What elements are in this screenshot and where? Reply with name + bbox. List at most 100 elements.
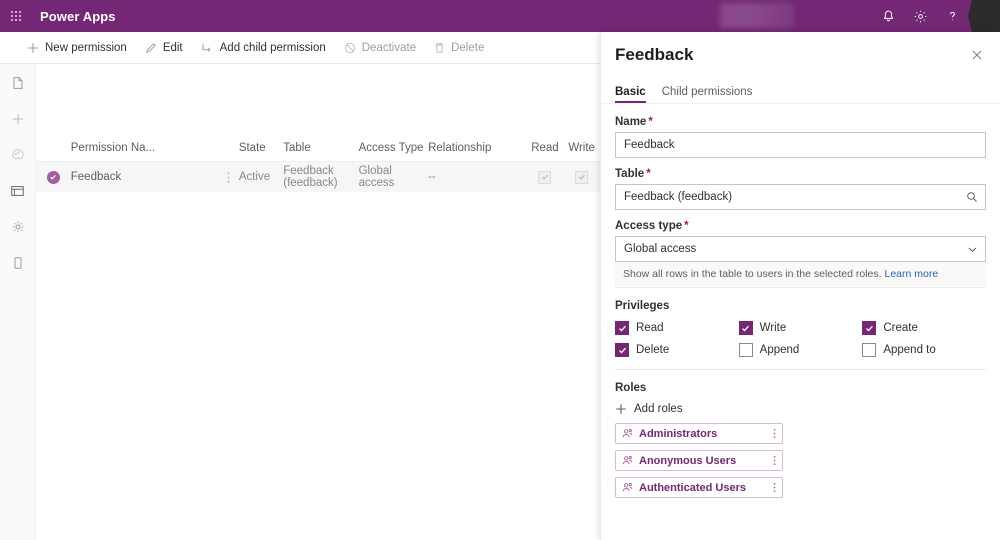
privilege-create[interactable]: Create: [862, 321, 986, 335]
plus-icon: [615, 403, 627, 415]
deactivate-button[interactable]: Deactivate: [335, 32, 425, 64]
privilege-read-label: Read: [636, 322, 664, 334]
privilege-append-to-label: Append to: [883, 344, 936, 356]
access-type-hint-text: Show all rows in the table to users in t…: [623, 268, 882, 280]
sidebar-item-settings[interactable]: [0, 214, 36, 244]
permissions-table: Permission Na... State Table Access Type…: [36, 64, 600, 540]
select-all-cell[interactable]: [36, 134, 71, 161]
table-header-row: Permission Na... State Table Access Type…: [36, 134, 600, 162]
panel-header: Feedback: [601, 32, 1000, 78]
column-header-table[interactable]: Table: [283, 134, 358, 161]
people-icon: [622, 428, 633, 439]
column-header-relationship[interactable]: Relationship: [428, 134, 527, 161]
role-chip-administrators[interactable]: Administrators: [615, 423, 783, 444]
tab-basic[interactable]: Basic: [615, 86, 646, 103]
row-relationship: --: [428, 171, 436, 183]
name-input[interactable]: Feedback: [615, 132, 986, 158]
checkmark-icon: [538, 170, 552, 184]
more-vertical-icon[interactable]: [773, 482, 776, 493]
sidebar-item-pages[interactable]: [0, 70, 36, 100]
panel-tabs: Basic Child permissions: [601, 78, 1000, 104]
checkbox-checked-icon[interactable]: [615, 343, 629, 357]
more-vertical-icon[interactable]: [773, 455, 776, 466]
block-circle-icon: [344, 42, 356, 54]
close-icon[interactable]: [966, 44, 988, 66]
pencil-icon: [145, 42, 157, 54]
add-child-permission-label: Add child permission: [219, 41, 326, 54]
add-roles-button[interactable]: Add roles: [615, 403, 986, 415]
name-field-group: Name * Feedback: [615, 116, 986, 158]
edit-button[interactable]: Edit: [136, 32, 192, 64]
more-vertical-icon[interactable]: [773, 428, 776, 439]
access-type-select[interactable]: Global access: [615, 236, 986, 262]
new-permission-label: New permission: [45, 41, 127, 54]
bell-icon[interactable]: [872, 0, 904, 32]
plus-icon: [27, 42, 39, 54]
table-label-row: Table *: [615, 168, 986, 180]
people-icon: [622, 482, 633, 493]
question-mark-icon[interactable]: [936, 0, 968, 32]
privilege-append[interactable]: Append: [738, 343, 863, 357]
add-roles-label: Add roles: [634, 403, 683, 415]
user-avatar[interactable]: [968, 0, 1000, 32]
checkbox-unchecked-icon[interactable]: [862, 343, 877, 357]
table-field-group: Table * Feedback (feedback): [615, 168, 986, 210]
app-root: Power Apps New permission Edit Add child…: [0, 0, 1000, 540]
privilege-write[interactable]: Write: [738, 321, 863, 335]
privilege-create-label: Create: [883, 322, 918, 334]
column-header-state[interactable]: State: [239, 134, 283, 161]
header-icon-group: [872, 0, 1000, 32]
add-child-permission-button[interactable]: Add child permission: [192, 32, 335, 64]
required-marker: *: [648, 116, 653, 128]
name-label: Name: [615, 116, 647, 128]
redacted-environment-name: [720, 3, 794, 28]
privilege-read[interactable]: Read: [615, 321, 739, 335]
checkmark-icon: [575, 170, 589, 184]
role-chip-anonymous-users[interactable]: Anonymous Users: [615, 450, 783, 471]
settings-gear-icon: [11, 220, 25, 239]
role-chip-authenticated-users[interactable]: Authenticated Users: [615, 477, 783, 498]
sidebar-item-mobile[interactable]: [0, 250, 36, 280]
sidebar-item-add[interactable]: [0, 106, 36, 136]
delete-button[interactable]: Delete: [425, 32, 493, 64]
sidebar-item-browser[interactable]: [0, 178, 36, 208]
access-type-value: Global access: [624, 243, 697, 255]
new-permission-button[interactable]: New permission: [18, 32, 136, 64]
sidebar-item-theme[interactable]: [0, 142, 36, 172]
checkbox-unchecked-icon[interactable]: [738, 343, 753, 357]
column-header-read[interactable]: Read: [527, 134, 564, 161]
row-overflow-menu[interactable]: [218, 162, 239, 192]
column-header-write[interactable]: Write: [563, 134, 600, 161]
name-input-value: Feedback: [624, 139, 675, 151]
privilege-delete[interactable]: Delete: [615, 343, 739, 357]
app-brand-title[interactable]: Power Apps: [40, 9, 116, 24]
roles-title: Roles: [615, 382, 647, 394]
row-read-checkbox: [527, 162, 564, 192]
privileges-grid: Read Write Create Delete Append Append t…: [615, 321, 986, 357]
chevron-down-icon[interactable]: [967, 237, 978, 261]
table-row[interactable]: Feedback Active Feedback (feedback) Glob…: [36, 162, 600, 192]
privilege-append-label: Append: [759, 344, 800, 356]
role-chip-label: Anonymous Users: [639, 454, 737, 467]
privilege-append-to[interactable]: Append to: [862, 343, 986, 357]
column-header-access-type[interactable]: Access Type: [359, 134, 429, 161]
browser-window-icon: [10, 184, 25, 203]
learn-more-link[interactable]: Learn more: [884, 268, 938, 280]
privileges-title: Privileges: [615, 300, 670, 312]
column-header-permission-name[interactable]: Permission Na...: [71, 134, 218, 161]
add-child-icon: [201, 42, 214, 54]
gear-icon[interactable]: [904, 0, 936, 32]
checkbox-checked-icon[interactable]: [738, 321, 753, 335]
panel-title: Feedback: [615, 45, 694, 64]
search-icon[interactable]: [966, 185, 978, 209]
checkbox-checked-icon[interactable]: [615, 321, 629, 335]
row-select-checkbox[interactable]: [36, 162, 71, 192]
row-permission-name[interactable]: Feedback: [71, 162, 218, 192]
table-input[interactable]: Feedback (feedback): [615, 184, 986, 210]
checkbox-checked-icon[interactable]: [862, 321, 877, 335]
waffle-grid-icon[interactable]: [0, 0, 32, 32]
add-icon: [11, 112, 25, 131]
role-chip-label: Authenticated Users: [639, 481, 746, 494]
tab-child-permissions[interactable]: Child permissions: [662, 86, 753, 103]
delete-label: Delete: [451, 41, 485, 54]
